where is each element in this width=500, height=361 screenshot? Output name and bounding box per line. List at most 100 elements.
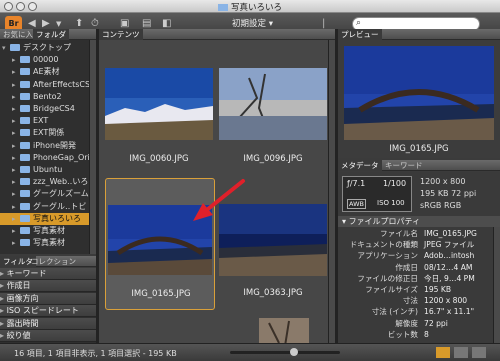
left-panel-tabs: お気に入り フォルダ <box>0 29 96 40</box>
folder-tree-item[interactable]: ▸ 写真素材 <box>0 237 96 249</box>
disclosure-triangle-icon[interactable]: ▸ <box>12 188 20 200</box>
preview-panel-tabs: プレビュー <box>338 29 500 40</box>
disclosure-triangle-icon[interactable]: ▸ <box>12 103 20 115</box>
camera-data-box: ƒ/7.1 1/100 AWB ISO 100 <box>342 176 412 212</box>
metadata-panel: ƒ/7.1 1/100 AWB ISO 100 1200 x 800 195 K… <box>338 172 500 343</box>
metadata-row[interactable]: ファイルサイズ 195 KB <box>338 285 500 295</box>
title-bar: 写真いろいろ <box>0 0 500 13</box>
folder-tree-item[interactable]: ▸ AE素材 <box>0 66 96 78</box>
metadata-value: 16.7" x 11.1" <box>424 307 475 317</box>
metadata-row[interactable]: ファイル名 IMG_0165.JPG <box>338 229 500 239</box>
disclosure-triangle-icon[interactable]: ▸ <box>12 79 20 91</box>
camera-summary: 1200 x 800 195 KB 72 ppi sRGB RGB <box>420 176 476 212</box>
content-scrollbar[interactable] <box>328 40 335 343</box>
metadata-value: 72 ppi <box>424 318 448 328</box>
left-divider[interactable] <box>96 29 99 343</box>
folder-tree-item[interactable]: ▸ 写真いろいろ <box>0 212 96 225</box>
metadata-row[interactable]: ドキュメントの種類 JPEG ファイル <box>338 240 500 250</box>
thumbnail-item[interactable]: IMG_0096.JPG <box>219 62 331 174</box>
folder-tree-item[interactable]: ▸ zzz_Web‥いろ <box>0 176 96 188</box>
file-properties-header[interactable]: ▾ ファイルプロパティ <box>338 216 500 227</box>
thumbnail-item[interactable]: IMG_0060.JPG <box>103 62 215 174</box>
folder-tree-item[interactable]: ▾ デスクトップ <box>0 42 96 54</box>
metadata-row[interactable]: ファイルの修正日 今日, 9…4 PM <box>338 274 500 284</box>
metadata-row[interactable]: アプリケーション Adob…intosh <box>338 251 500 261</box>
disclosure-triangle-icon[interactable]: ▸ <box>12 213 20 225</box>
folder-scrollbar[interactable] <box>89 40 96 254</box>
metadata-key: ファイル名 <box>380 229 418 238</box>
folder-icon <box>20 202 30 210</box>
filter-label: 露出時間 <box>6 318 39 328</box>
folder-tree-item[interactable]: ▸ AfterEffectsCS <box>0 79 96 91</box>
disclosure-triangle-icon[interactable]: ▸ <box>12 164 20 176</box>
folder-tree-item[interactable]: ▸ Bento2 <box>0 91 96 103</box>
filter-category[interactable]: ▸ 画像方向 <box>0 292 96 305</box>
filter-category[interactable]: ▸ ISO スピードレート <box>0 305 96 318</box>
folder-tree-item[interactable]: ▸ PhoneGap_Ori <box>0 152 96 164</box>
list-view-icon[interactable] <box>454 347 468 358</box>
slider-thumb[interactable] <box>290 348 298 356</box>
metadata-key: ファイルサイズ <box>365 285 418 294</box>
folder-icon <box>20 190 30 198</box>
thumbnail-name: IMG_0096.JPG <box>243 154 303 164</box>
thumbnail-size-slider[interactable] <box>230 348 340 356</box>
filter-category[interactable]: ▸ キーワード <box>0 268 96 280</box>
content-grid: IMG_0060.JPG IMG_0096.JPG IMG_0165.JPG I… <box>99 40 335 343</box>
disclosure-triangle-icon[interactable]: ▸ <box>12 201 20 213</box>
disclosure-triangle-icon[interactable]: ▸ <box>12 176 20 188</box>
folder-tree-item[interactable]: ▸ BridgeCS4 <box>0 103 96 115</box>
filter-category[interactable]: ▸ 作成日 <box>0 280 96 293</box>
metadata-value: JPEG ファイル <box>424 240 475 250</box>
folder-tree-item[interactable]: ▸ グーグルズーム <box>0 188 96 200</box>
preview-panel: IMG_0165.JPG <box>338 40 500 158</box>
right-divider[interactable] <box>335 29 338 343</box>
filter-label: 作成日 <box>6 281 31 291</box>
metadata-scrollbar[interactable] <box>493 227 500 343</box>
grid-view-icon[interactable] <box>436 347 450 358</box>
folder-tree-item[interactable]: ▸ EXT <box>0 115 96 127</box>
disclosure-triangle-icon[interactable]: ▸ <box>12 54 20 66</box>
metadata-key: ファイルの修正日 <box>357 273 418 283</box>
folder-tree-item[interactable]: ▸ iPhone開発 <box>0 140 96 152</box>
window-title: 写真いろいろ <box>0 1 500 13</box>
folder-tree-item[interactable]: ▸ グーグル‥トビ <box>0 201 96 213</box>
folder-tree-item[interactable]: ▸ 00000 <box>0 54 96 66</box>
tab-preview[interactable]: プレビュー <box>338 29 382 40</box>
metadata-row[interactable]: 作成日 08/12…4 AM <box>338 263 500 273</box>
tab-content[interactable]: コンテンツ <box>99 29 143 40</box>
disclosure-triangle-icon[interactable]: ▸ <box>12 66 20 78</box>
thumbnail-item[interactable] <box>219 316 331 343</box>
filter-category[interactable]: ▸ 露出時間 <box>0 317 96 330</box>
metadata-value: 1200 x 800 <box>424 296 468 306</box>
tab-folders[interactable]: フォルダ <box>33 29 69 40</box>
metadata-row[interactable]: 解像度 72 ppi <box>338 319 500 329</box>
folder-tree-item[interactable]: ▸ 写真素材 <box>0 225 96 237</box>
folder-label: PhoneGap_Ori <box>33 152 90 162</box>
folder-icon <box>20 141 30 149</box>
size-ppi-value: 195 KB 72 ppi <box>420 189 477 198</box>
details-view-icon[interactable] <box>472 347 486 358</box>
disclosure-triangle-icon[interactable]: ▸ <box>12 140 20 152</box>
tab-keywords[interactable]: キーワード <box>382 160 426 171</box>
disclosure-triangle-icon[interactable]: ▸ <box>12 152 20 164</box>
metadata-row[interactable]: ビット数 8 <box>338 330 500 340</box>
tab-collection[interactable]: コレクション <box>28 256 79 267</box>
disclosure-triangle-icon[interactable]: ▸ <box>12 115 20 127</box>
folder-icon <box>20 92 30 100</box>
disclosure-triangle-icon[interactable]: ▸ <box>12 127 20 139</box>
folder-tree-item[interactable]: ▸ Ubuntu <box>0 164 96 176</box>
disclosure-triangle-icon[interactable]: ▸ <box>12 237 20 249</box>
folder-tree-item[interactable]: ▸ EXT関係 <box>0 127 96 139</box>
folder-icon <box>20 153 30 161</box>
folder-label: 写真素材 <box>33 238 65 248</box>
disclosure-triangle-icon[interactable]: ▸ <box>12 91 20 103</box>
preview-image[interactable] <box>344 46 494 140</box>
tab-metadata[interactable]: メタデータ <box>338 160 382 171</box>
metadata-row[interactable]: 寸法 (インチ) 16.7" x 11.1" <box>338 307 500 317</box>
thumbnail-image <box>219 68 327 140</box>
filter-category[interactable]: ▸ 絞り値 <box>0 330 96 342</box>
disclosure-triangle-icon[interactable]: ▸ <box>12 225 20 237</box>
workspace-preset[interactable]: 初期設定 ▾ <box>232 17 273 29</box>
metadata-row[interactable]: 寸法 1200 x 800 <box>338 296 500 306</box>
disclosure-triangle-icon[interactable]: ▾ <box>2 42 10 54</box>
